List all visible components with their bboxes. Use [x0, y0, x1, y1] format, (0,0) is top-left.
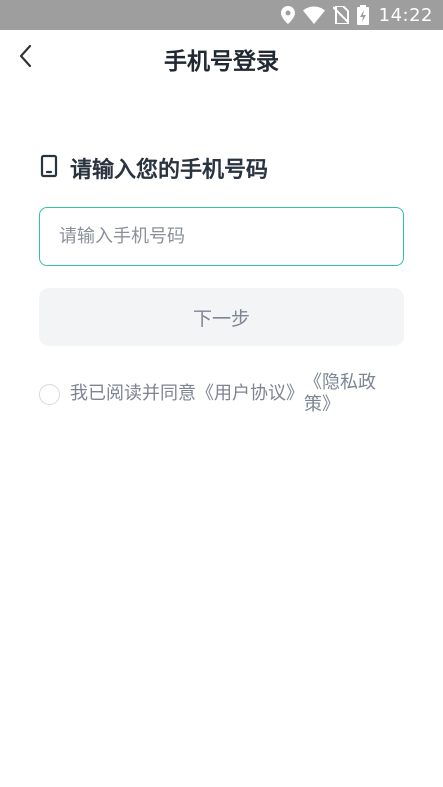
privacy-policy-link[interactable]: 《隐私政策》: [304, 372, 384, 416]
status-time: 14:22: [378, 4, 433, 26]
agreement-text: 我已阅读并同意 《用户协议》 《隐私政策》: [70, 372, 384, 416]
form-heading: 请输入您的手机号码: [40, 152, 268, 184]
phone-input-wrapper: [39, 207, 404, 266]
next-step-button[interactable]: 下一步: [39, 288, 404, 346]
agreement-prefix: 我已阅读并同意: [70, 383, 196, 404]
agreement-row: 我已阅读并同意 《用户协议》 《隐私政策》: [39, 372, 404, 416]
agreement-checkbox[interactable]: [39, 384, 60, 405]
battery-charging-icon: [356, 5, 369, 25]
status-bar: 14:22: [0, 0, 443, 30]
location-icon: [280, 6, 295, 24]
phone-icon: [40, 154, 58, 182]
no-sim-icon: [332, 6, 349, 24]
phone-input[interactable]: [40, 208, 403, 265]
wifi-icon: [302, 6, 325, 24]
nav-bar: 手机号登录: [0, 30, 443, 86]
page-title: 手机号登录: [164, 49, 279, 75]
user-agreement-link[interactable]: 《用户协议》: [196, 383, 304, 405]
heading-label: 请输入您的手机号码: [70, 158, 269, 183]
